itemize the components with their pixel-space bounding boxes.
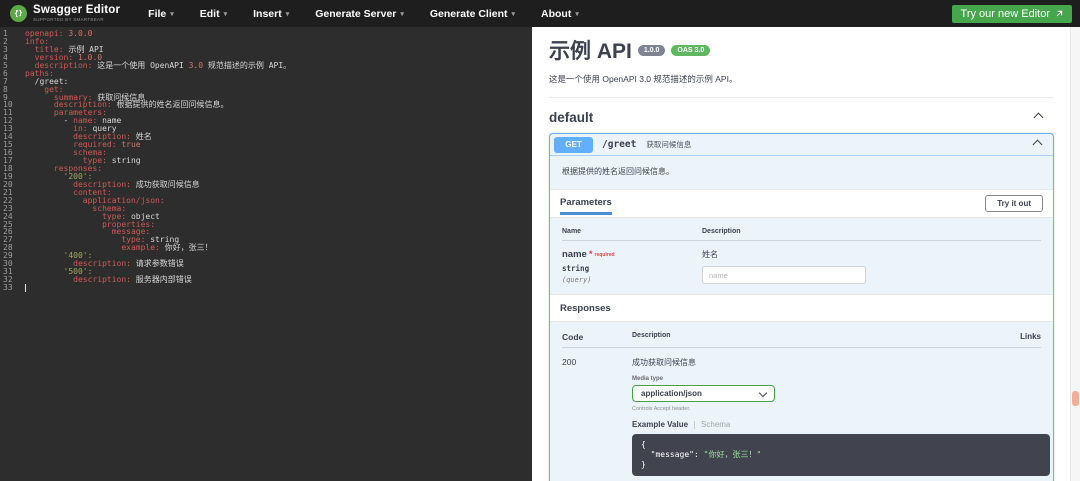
required-label: required [594,252,615,258]
menu-generate-server[interactable]: Generate Server ▾ [315,8,404,20]
version-badge: 1.0.0 [637,44,666,56]
parameter-type: string [562,264,590,273]
media-type-value: application/json [641,389,702,398]
parameter-name: name [562,249,587,260]
controls-accept-note: Controls Accept header. [632,406,691,412]
preview-scrollbar[interactable] [1070,27,1080,481]
swagger-editor-brand[interactable]: Swagger Editor supported by SMARTBEAR [10,4,121,22]
menu-insert[interactable]: Insert ▾ [253,8,289,20]
chevron-down-icon: ▾ [285,10,290,18]
code-line: 7 /greet: [3,76,69,86]
try-new-editor-label: Try our new Editor [960,7,1050,20]
chevron-down-icon: ▾ [575,10,579,18]
responses-title: Responses [560,302,611,314]
api-title: 示例 API [549,40,632,63]
code-line: 33 [0,284,532,292]
parameter-row: name * required string (query) 姓名 [562,241,1041,284]
chevron-down-icon: ▾ [400,10,404,18]
code-line: 6 paths: [3,68,54,78]
try-it-out-button[interactable]: Try it out [985,195,1043,212]
parameter-description: 姓名 [702,250,718,259]
response-code: 200 [562,357,577,367]
parameters-table-header: Name Description [562,224,1041,241]
col-header-links: Links [1020,332,1041,341]
response-description-cell: 成功获取问候信息 Media type application/json Con… [632,357,1050,476]
responses-table-header: Code Description Links [562,328,1041,348]
swagger-logo-icon [10,5,27,22]
chevron-up-icon[interactable] [1033,112,1044,123]
menu-generate-client[interactable]: Generate Client ▾ [430,8,515,20]
responses-header: Responses [550,294,1053,322]
code-line: 32 description: 服务器内部错误 [3,275,192,285]
model-example-tabs: Example Value Schema [632,420,1050,429]
tab-parameters[interactable]: Parameters [560,197,612,215]
swagger-ui-preview: 示例 API 1.0.0 OAS 3.0 这是一个使用 OpenAPI 3.0 … [537,27,1080,481]
menu-edit[interactable]: Edit ▾ [200,8,227,20]
col-header-name: Name [562,228,582,235]
code-line: 5 description: 这是一个使用 OpenAPI 3.0 规范描述的示… [3,60,292,70]
info-divider [549,97,1054,98]
parameter-location: (query) [562,276,592,284]
required-star: * [588,249,593,260]
operation-body: 根据提供的姓名返回问候信息。 Parameters Try it out Nam… [550,156,1053,481]
try-new-editor-button[interactable]: Try our new Editor [951,4,1072,23]
chevron-down-icon: ▾ [223,10,228,18]
main-area: 1 openapi: 3.0.0 2 info: 3 title: 示例 API 4 ve… [0,27,1080,481]
chevron-up-icon[interactable] [1032,139,1043,150]
operation-summary-row[interactable]: GET /greet 获取问候信息 [550,134,1053,156]
chevron-down-icon: ▾ [170,10,174,18]
tab-separator [694,420,696,429]
responses-table: Code Description Links 200 成功获取问候信息 Medi… [550,322,1053,481]
parameter-name-cell: name * required string (query) [562,249,702,284]
param-name-input[interactable] [702,266,866,284]
api-title-row: 示例 API 1.0.0 OAS 3.0 [549,35,1054,65]
top-bar: Swagger Editor supported by SMARTBEAR Fi… [0,0,1080,27]
opblock-get-greet: GET /greet 获取问候信息 根据提供的姓名返回问候信息。 Paramet… [549,133,1054,481]
brand-name: Swagger Editor [33,4,121,16]
menu-file[interactable]: File ▾ [148,8,174,20]
parameters-header: Parameters Try it out [550,189,1053,218]
tag-name: default [549,110,594,125]
tab-example-value[interactable]: Example Value [632,420,688,429]
scroll-marker [1072,391,1079,406]
http-method-badge: GET [554,136,593,153]
parameters-table: Name Description name * required string (q… [550,218,1053,294]
code-line: 1 openapi: 3.0.0 [3,29,93,38]
parameter-description-cell: 姓名 [702,249,1041,284]
media-type-select[interactable]: application/json [632,385,775,402]
col-header-code: Code [562,332,584,342]
operation-description: 根据提供的姓名返回问候信息。 [562,167,674,176]
col-header-description: Description [632,332,671,339]
menu-bar: File ▾ Edit ▾ Insert ▾ Generate Server ▾ Generat… [148,8,579,20]
example-value-code: { "message": "你好，张三！" } [632,434,1050,476]
operation-summary: 获取问候信息 [646,140,692,149]
response-description: 成功获取问候信息 [632,358,696,367]
menu-about[interactable]: About ▾ [541,8,579,20]
oas-badge: OAS 3.0 [671,44,711,56]
operation-path: /greet [602,139,637,150]
col-header-description: Description [702,228,741,235]
chevron-down-icon [758,388,768,397]
chevron-down-icon: ▾ [511,10,516,18]
tab-schema[interactable]: Schema [701,420,730,429]
api-description: 这是一个使用 OpenAPI 3.0 规范描述的示例 API。 [549,74,738,84]
api-info: 示例 API 1.0.0 OAS 3.0 这是一个使用 OpenAPI 3.0 … [549,35,1054,85]
media-type-label: Media type [632,376,664,382]
brand-tagline: supported by SMARTBEAR [33,16,104,22]
response-row-200: 200 成功获取问候信息 Media type application/json… [562,348,1050,478]
external-link-icon [1056,10,1063,16]
tag-section-default[interactable]: default [549,104,1054,131]
yaml-code-editor[interactable]: 1 openapi: 3.0.0 2 info: 3 title: 示例 API 4 ve… [0,27,532,481]
